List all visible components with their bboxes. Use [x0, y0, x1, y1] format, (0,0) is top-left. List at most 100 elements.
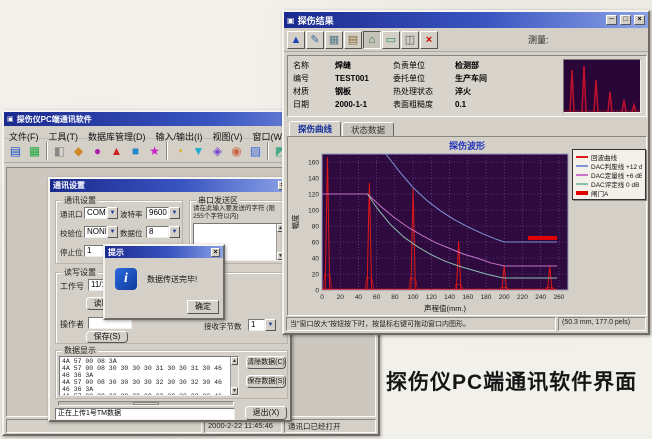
- close-red-icon[interactable]: ×: [420, 31, 438, 49]
- home-icon[interactable]: ⌂: [363, 31, 381, 49]
- close-button[interactable]: ×: [634, 15, 645, 25]
- search-icon[interactable]: ●: [88, 141, 107, 160]
- open-file-icon[interactable]: ▦: [25, 141, 44, 160]
- comm-dialog-titlebar[interactable]: 通讯设置 ×: [50, 179, 290, 192]
- exit-button[interactable]: 退出(X): [245, 406, 287, 420]
- result-info-panel: 名称焊缝负责单位检测部编号TEST001委托单位生产车间材质钢板热处理状态淬火日…: [287, 55, 647, 117]
- hex-hscrollbar[interactable]: [58, 401, 234, 406]
- message-box-titlebar[interactable]: 提示 ×: [105, 246, 223, 258]
- legend-swatch: [576, 165, 588, 167]
- result-window-titlebar[interactable]: ▣ 探伤结果 ─ □ ×: [284, 12, 648, 28]
- info-value: 0.1: [455, 98, 525, 111]
- recv-bytes-value: 1: [248, 319, 265, 331]
- scroll-down-icon[interactable]: ▼: [231, 387, 238, 395]
- chevron-down-icon[interactable]: ▼: [107, 207, 118, 219]
- svg-text:80: 80: [391, 294, 399, 301]
- hex-dump-area[interactable]: 4A 57 00 08 3A4A 57 00 08 30 30 30 30 31…: [59, 356, 239, 396]
- save-icon[interactable]: ◧: [50, 141, 69, 160]
- legend-label: 闸门A: [591, 188, 608, 198]
- font-icon[interactable]: ★: [145, 141, 164, 160]
- parity-select[interactable]: NONE▼: [84, 226, 118, 238]
- info-row: 日期2000-1-1表面粗糙度0.1: [293, 98, 563, 111]
- svg-text:100: 100: [308, 208, 319, 215]
- info-label: 名称: [293, 59, 335, 72]
- chevron-down-icon[interactable]: ▼: [265, 319, 276, 331]
- waveform-thumbnail: [563, 59, 641, 113]
- maximize-button[interactable]: □: [620, 15, 631, 25]
- svg-text:20: 20: [312, 272, 320, 279]
- toolbar-separator: [267, 142, 269, 160]
- svg-text:220: 220: [517, 294, 528, 301]
- new-file-icon[interactable]: ▤: [6, 141, 25, 160]
- copy-icon[interactable]: ▼: [189, 141, 208, 160]
- info-value: 钢板: [335, 85, 393, 98]
- caption-text: 探伤仪PC端通讯软件界面: [386, 366, 648, 396]
- print-icon[interactable]: ◆: [69, 141, 88, 160]
- chevron-down-icon[interactable]: ▼: [107, 226, 118, 238]
- scroll-up-icon[interactable]: ▲: [231, 357, 238, 365]
- paste-icon[interactable]: ◈: [208, 141, 227, 160]
- baud-rate-value: 9600: [146, 207, 169, 219]
- save-icon[interactable]: ✎: [306, 31, 324, 49]
- comm-port-select[interactable]: COM1▼: [84, 207, 118, 219]
- svg-text:40: 40: [312, 256, 320, 263]
- minimize-button[interactable]: ─: [606, 15, 617, 25]
- recv-bytes-label: 接收字节数: [204, 321, 242, 332]
- chevron-down-icon[interactable]: ▼: [169, 207, 180, 219]
- stop-bits-label: 停止位: [60, 247, 83, 258]
- clear-data-button[interactable]: 清除数据(C): [246, 356, 286, 369]
- measure-icon[interactable]: ◫: [401, 31, 419, 49]
- info-row: 材质钢板热处理状态淬火: [293, 85, 563, 98]
- scrollbar-thumb[interactable]: [133, 402, 159, 405]
- ok-button[interactable]: 确定: [187, 300, 219, 314]
- report-icon[interactable]: ▤: [344, 31, 362, 49]
- measure-label: 测量:: [528, 33, 549, 46]
- data-bits-select[interactable]: 8▼: [146, 226, 180, 238]
- chevron-down-icon[interactable]: ▼: [169, 226, 180, 238]
- cut-icon[interactable]: ■: [126, 141, 145, 160]
- info-label: 负责单位: [393, 59, 455, 72]
- result-window: ▣ 探伤结果 ─ □ × 测量: ▲✎▦▤⌂▭◫× 名称焊缝负责单位检测部编号T…: [282, 10, 650, 335]
- svg-text:160: 160: [308, 160, 319, 167]
- hex-line: 4A 57 00 08 30 30 30 30 31 30 30 31 30 4…: [62, 365, 228, 379]
- hex-vscrollbar[interactable]: ▲ ▼: [230, 357, 238, 395]
- database-icon[interactable]: ◉: [227, 141, 246, 160]
- lock-icon[interactable]: ▲: [107, 141, 126, 160]
- info-label: 热处理状态: [393, 85, 455, 98]
- print-icon[interactable]: ▦: [325, 31, 343, 49]
- info-label: 编号: [293, 72, 335, 85]
- info-value: TEST001: [335, 72, 393, 85]
- chart-icon[interactable]: ▨: [246, 141, 265, 160]
- svg-text:100: 100: [408, 294, 419, 301]
- svg-text:0: 0: [320, 294, 324, 301]
- info-value: 生产车间: [455, 72, 525, 85]
- info-value: 2000-1-1: [335, 98, 393, 111]
- status-coordinates: (50.3 mm, 177.0 pels): [558, 317, 646, 331]
- svg-text:140: 140: [444, 294, 455, 301]
- recv-bytes-select[interactable]: 1 ▼: [248, 319, 276, 331]
- svg-text:60: 60: [312, 240, 320, 247]
- pie-chart-icon[interactable]: ◔: [170, 141, 189, 160]
- toolbar-separator: [46, 142, 48, 160]
- svg-text:80: 80: [312, 224, 320, 231]
- baud-rate-select[interactable]: 9600▼: [146, 207, 180, 219]
- data-display-group: 数据显示 4A 57 00 08 3A4A 57 00 08 30 30 30 …: [55, 350, 288, 399]
- info-row: 名称焊缝负责单位检测部: [293, 59, 563, 72]
- comm-port-label: 通讯口: [60, 209, 83, 220]
- svg-text:40: 40: [355, 294, 363, 301]
- close-button[interactable]: ×: [211, 248, 220, 257]
- svg-text:0: 0: [315, 288, 319, 295]
- toolbar-separator: [166, 142, 168, 160]
- save-data-button[interactable]: 保存数据(S): [246, 375, 286, 388]
- info-value: 焊缝: [335, 59, 393, 72]
- info-rows: 名称焊缝负责单位检测部编号TEST001委托单位生产车间材质钢板热处理状态淬火日…: [293, 59, 563, 111]
- svg-text:160: 160: [462, 294, 473, 301]
- status-hint: 当"窗口放大"按钮按下时，按鼠标右键可拖动窗口内图形。: [286, 317, 556, 331]
- zoom-window-icon[interactable]: ▭: [382, 31, 400, 49]
- group-label: 读写设置: [62, 267, 98, 278]
- legend-swatch: [576, 183, 588, 185]
- save-button[interactable]: 保存(S): [86, 331, 128, 343]
- hex-line: 4A 57 00 08 30 30 30 30 32 30 30 32 30 4…: [62, 379, 228, 393]
- parity-value: NONE: [84, 226, 107, 238]
- waveform-icon[interactable]: ▲: [287, 31, 305, 49]
